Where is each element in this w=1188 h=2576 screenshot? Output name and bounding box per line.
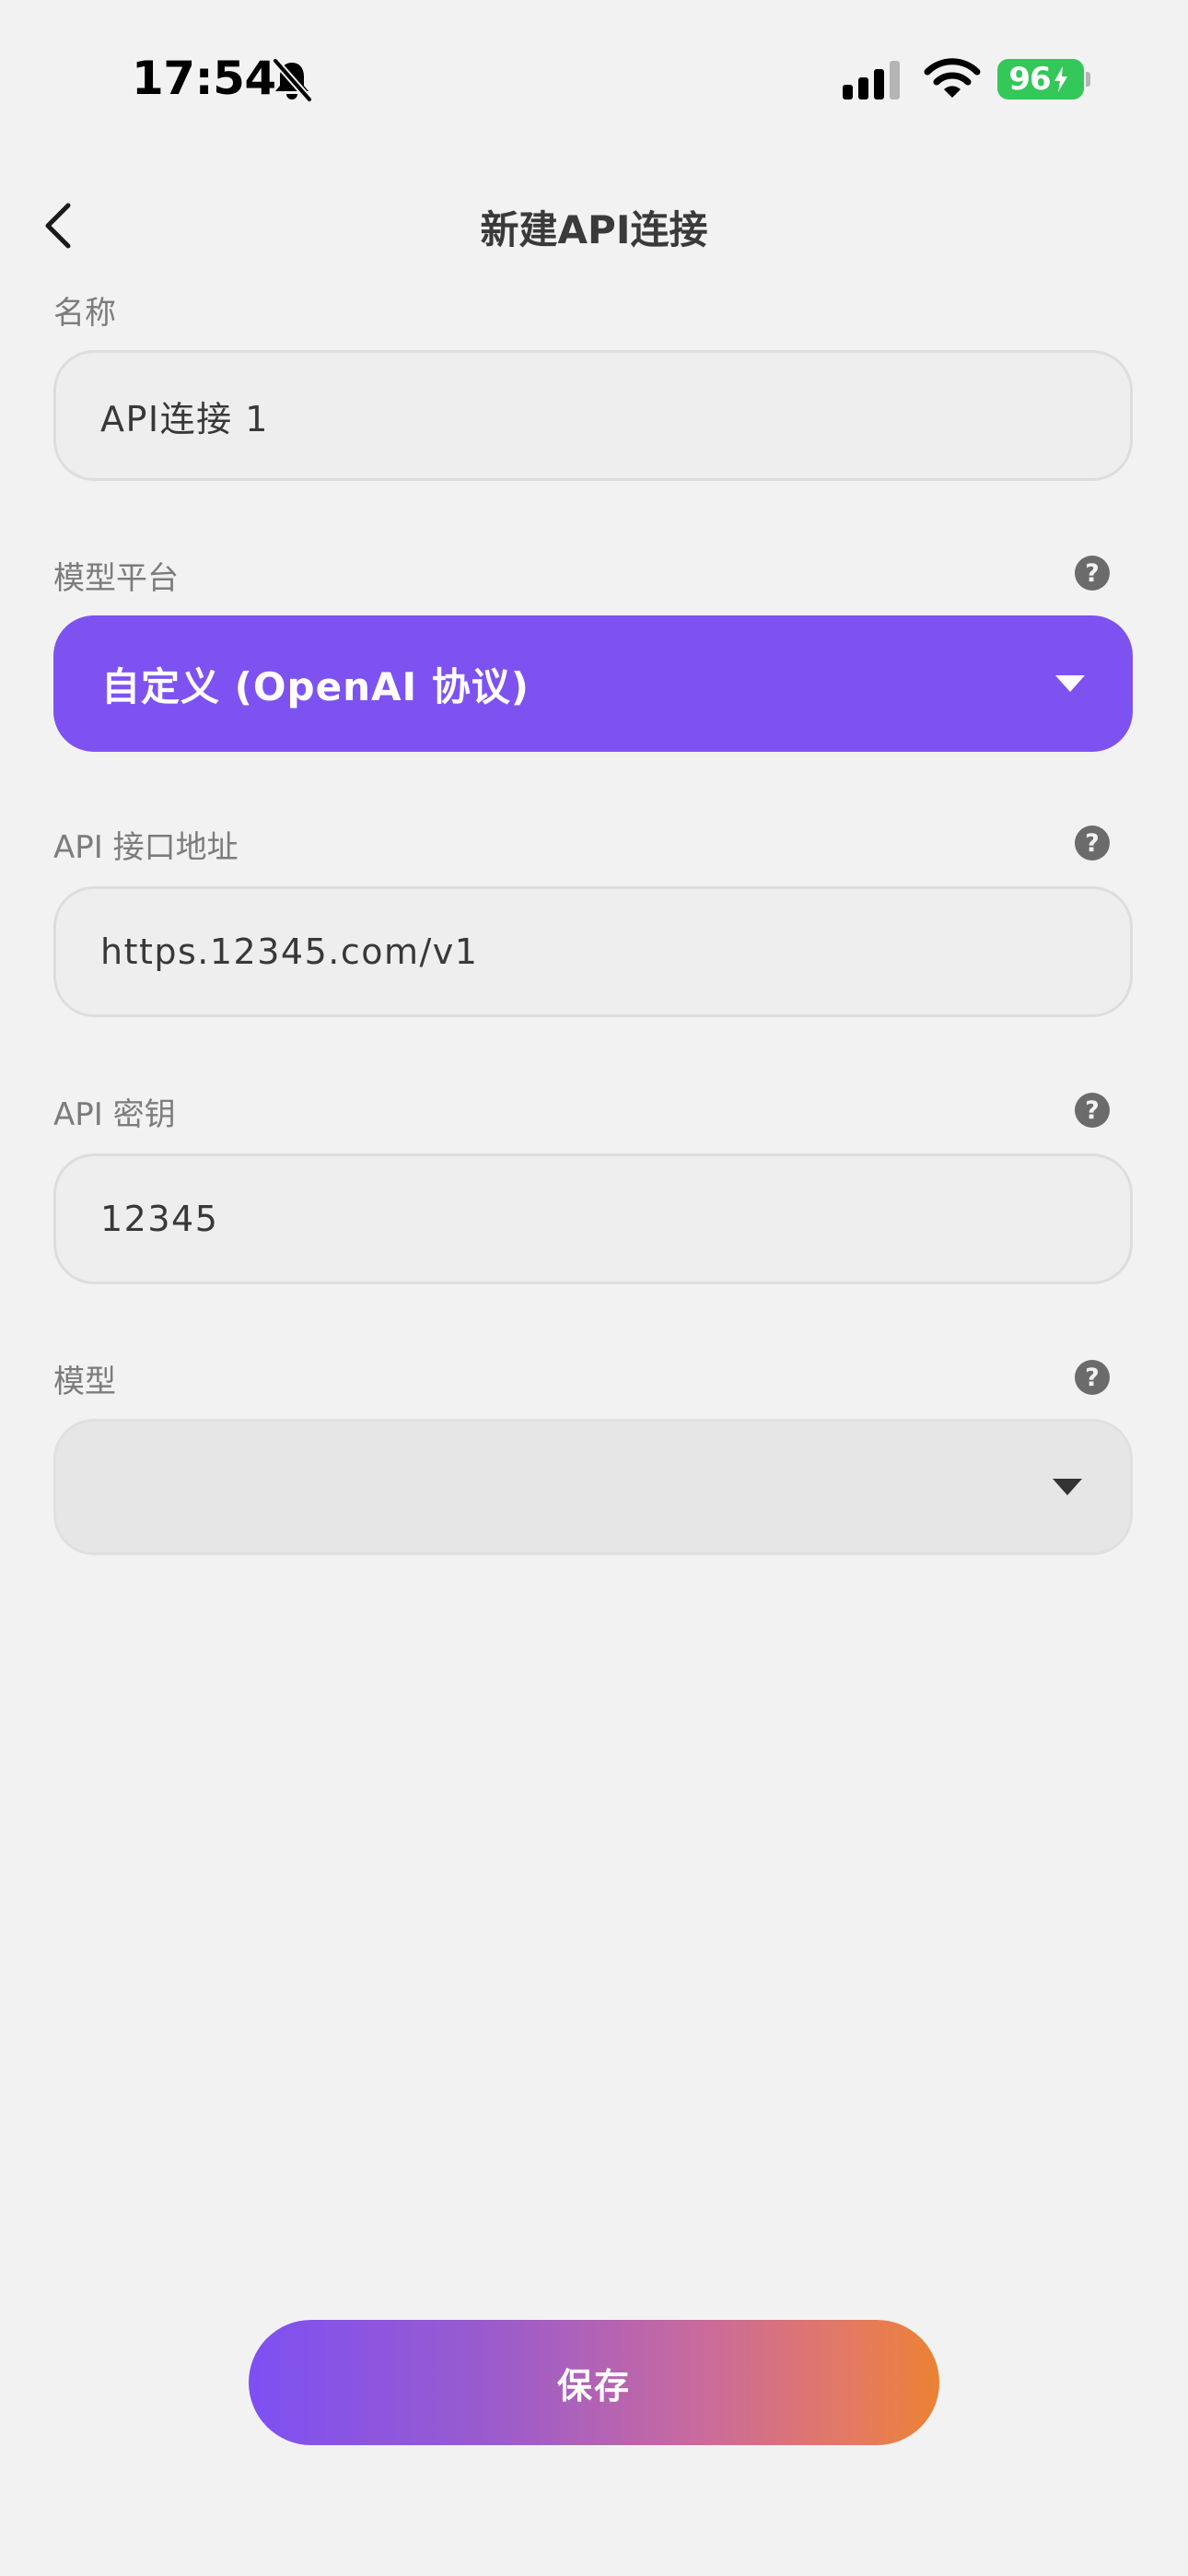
battery-level: 96 xyxy=(1008,61,1051,98)
name-input[interactable] xyxy=(53,350,1133,481)
cellular-signal-icon xyxy=(843,61,900,100)
platform-help-icon[interactable]: ? xyxy=(1075,556,1110,591)
wifi-icon xyxy=(924,58,981,98)
api-key-help-icon[interactable]: ? xyxy=(1075,1093,1110,1128)
endpoint-help-icon[interactable]: ? xyxy=(1075,825,1110,861)
caret-down-icon xyxy=(1053,1479,1082,1495)
status-bar: 17:54 96 xyxy=(0,0,1188,157)
platform-select-value: 自定义 (OpenAI 协议) xyxy=(101,663,530,709)
platform-label: 模型平台 xyxy=(53,560,179,597)
model-help-icon[interactable]: ? xyxy=(1075,1360,1110,1395)
endpoint-input[interactable] xyxy=(53,886,1133,1017)
battery-indicator: 96 xyxy=(997,59,1084,100)
model-select[interactable] xyxy=(53,1419,1133,1555)
nav-bar: 新建API连接 xyxy=(0,175,1188,276)
save-button[interactable]: 保存 xyxy=(249,2320,939,2445)
api-key-input[interactable] xyxy=(53,1153,1133,1284)
page-title: 新建API连接 xyxy=(480,207,708,252)
status-time: 17:54 xyxy=(132,52,276,105)
charging-bolt-icon xyxy=(1054,66,1067,92)
api-key-label: API 密钥 xyxy=(53,1096,176,1133)
battery-cap xyxy=(1086,72,1090,87)
name-label: 名称 xyxy=(53,295,116,332)
bell-slash-icon xyxy=(272,58,313,102)
platform-select[interactable]: 自定义 (OpenAI 协议) xyxy=(53,615,1133,752)
model-label: 模型 xyxy=(53,1364,116,1400)
caret-down-icon xyxy=(1055,675,1085,692)
endpoint-label: API 接口地址 xyxy=(53,829,239,866)
